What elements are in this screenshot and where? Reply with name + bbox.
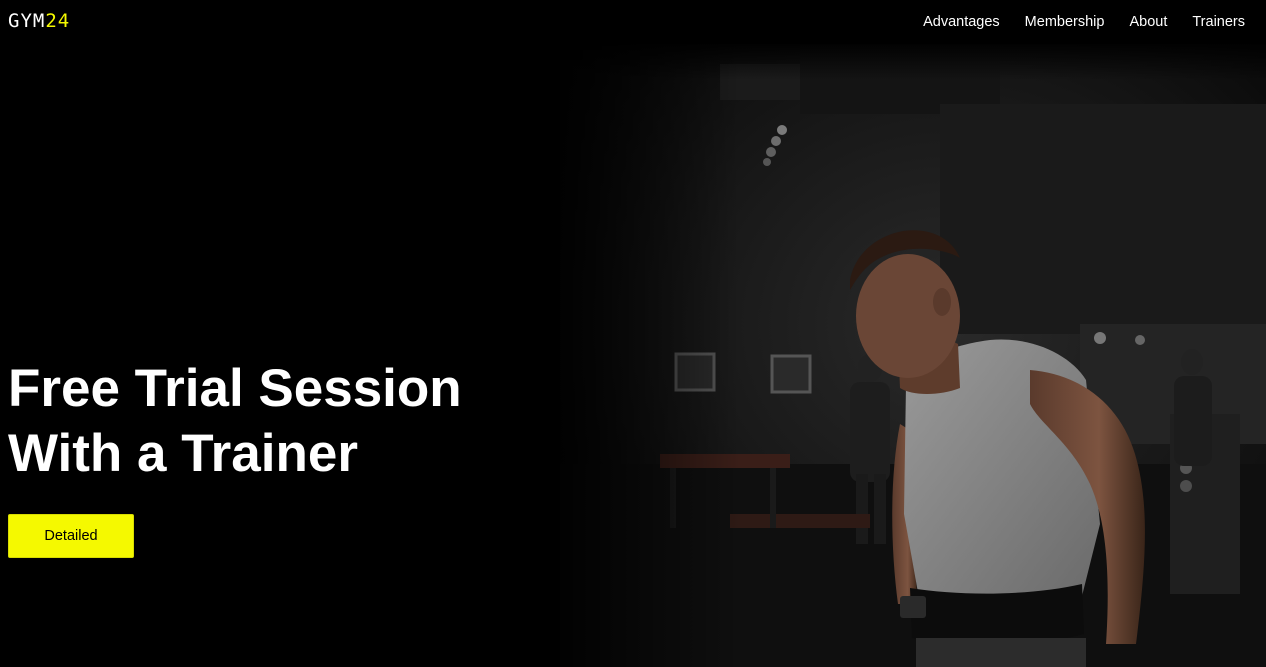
hero-image-fade-top bbox=[560, 40, 1266, 80]
detailed-button[interactable]: Detailed bbox=[8, 514, 134, 558]
main-nav: Advantages Membership About Trainers bbox=[923, 13, 1245, 31]
site-header: GYM24 Advantages Membership About Traine… bbox=[0, 0, 1266, 44]
hero-title: Free Trial Session With a Trainer bbox=[8, 356, 548, 486]
logo-accent-text: 24 bbox=[45, 10, 71, 32]
hero-image-fade bbox=[540, 44, 740, 667]
hero-title-line-2: With a Trainer bbox=[8, 424, 358, 483]
logo-text: GYM bbox=[8, 10, 46, 32]
landing-page: GYM24 Advantages Membership About Traine… bbox=[0, 0, 1266, 667]
hero-title-line-1: Free Trial Session bbox=[8, 359, 462, 418]
nav-link-about[interactable]: About bbox=[1129, 13, 1167, 31]
site-logo[interactable]: GYM24 bbox=[8, 10, 70, 32]
nav-link-membership[interactable]: Membership bbox=[1025, 13, 1105, 31]
nav-link-advantages[interactable]: Advantages bbox=[923, 13, 1000, 31]
nav-link-trainers[interactable]: Trainers bbox=[1192, 13, 1245, 31]
